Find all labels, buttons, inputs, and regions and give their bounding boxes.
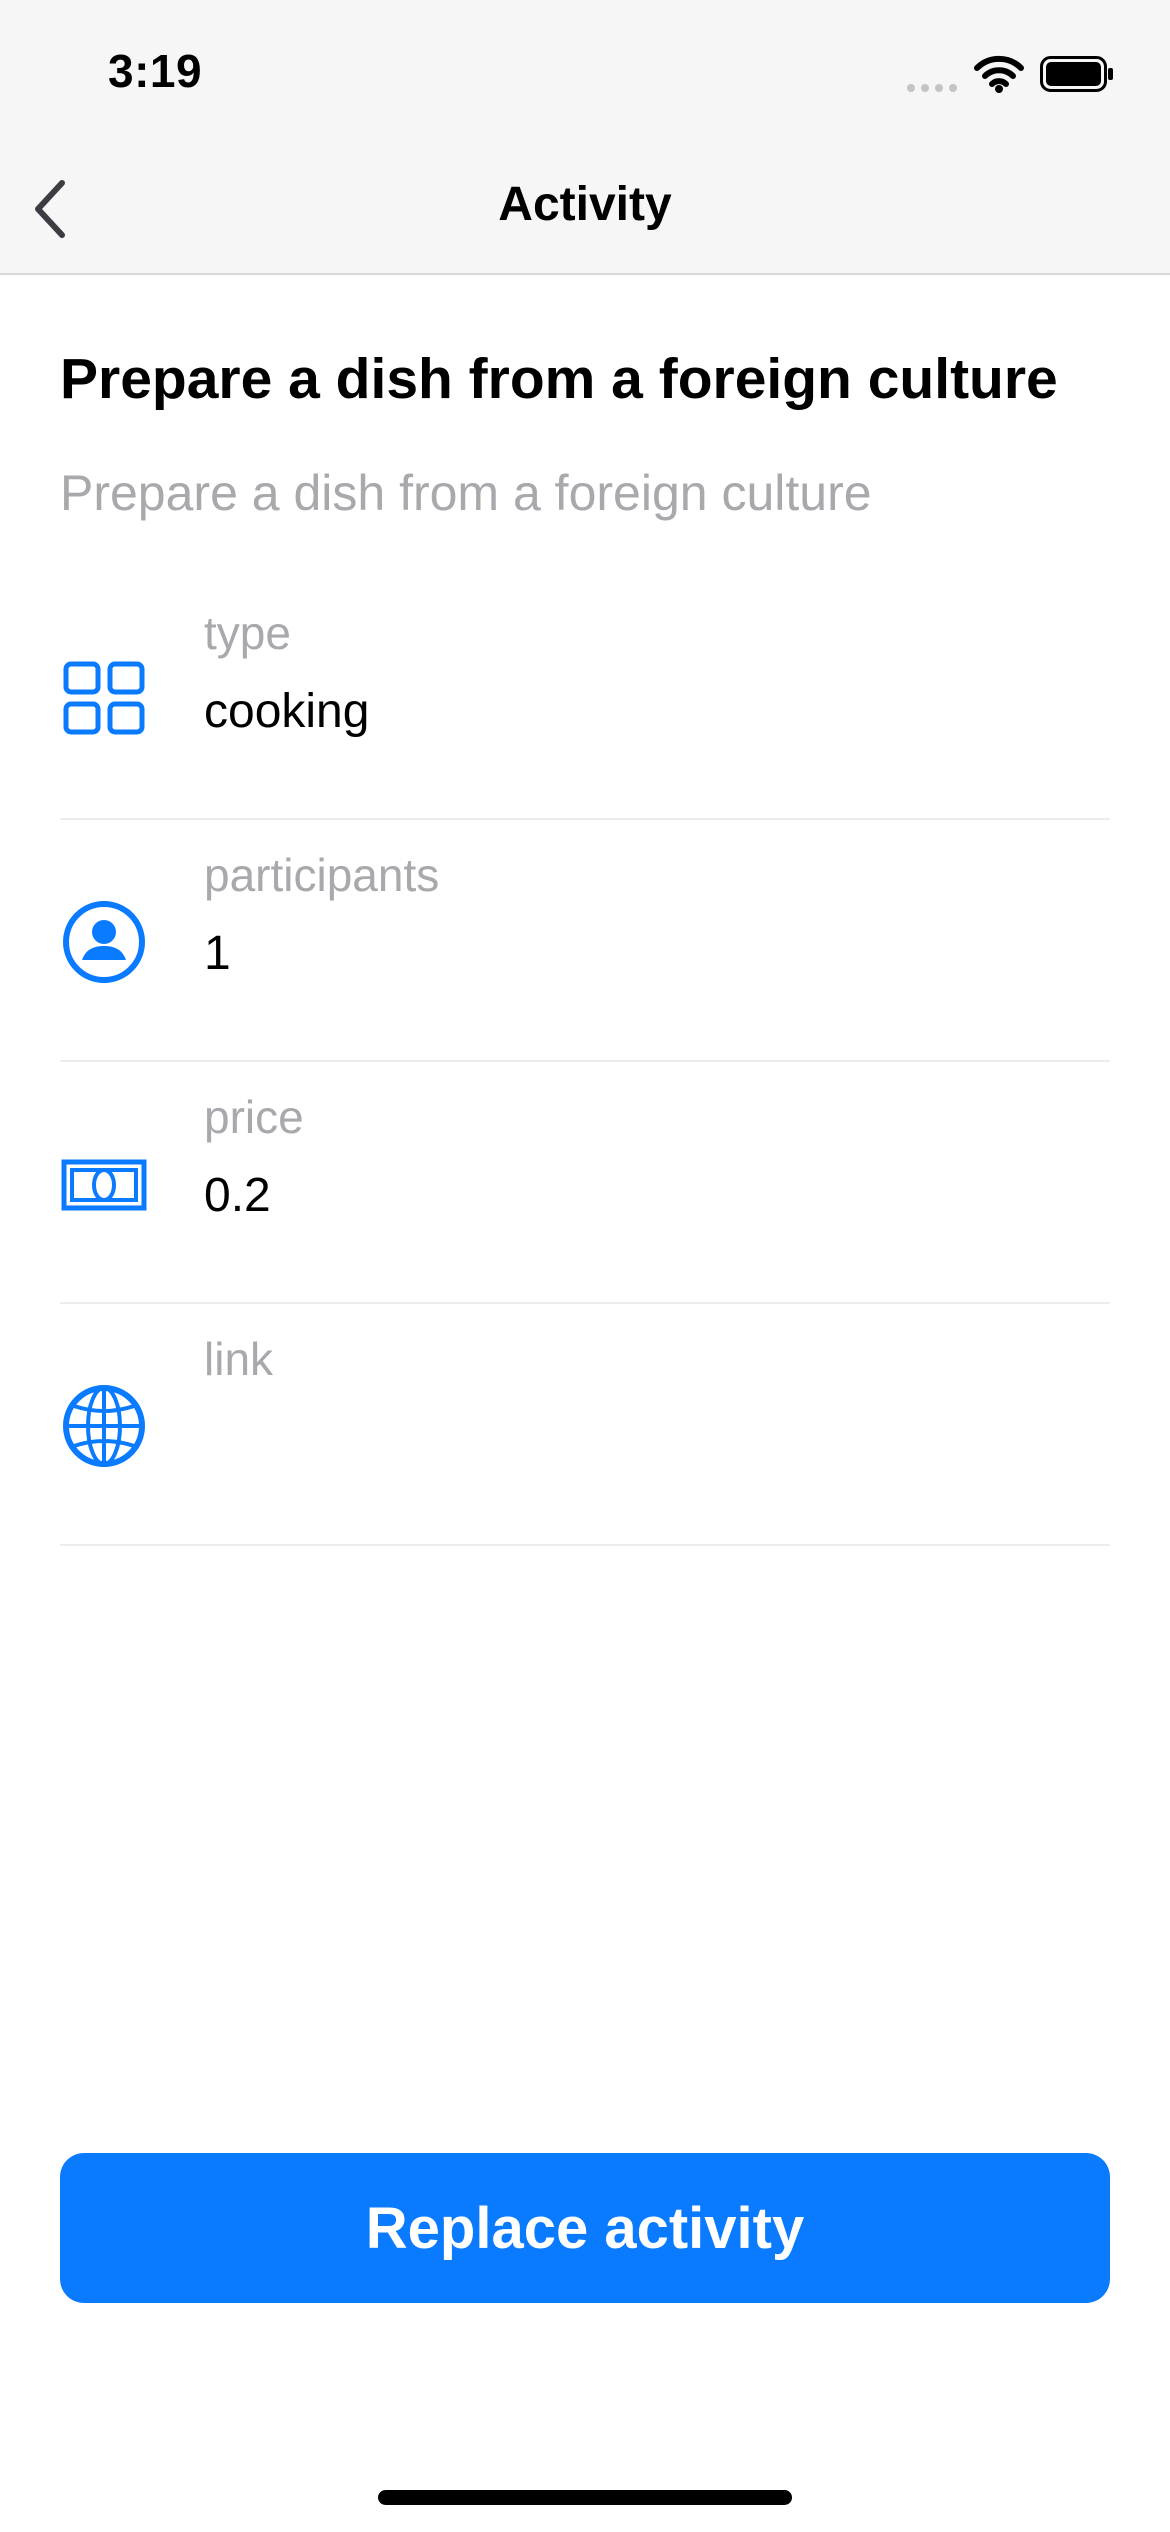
replace-activity-button[interactable]: Replace activity [60, 2153, 1110, 2303]
wifi-icon [974, 55, 1024, 98]
price-label: price [204, 1091, 304, 1143]
type-label: type [204, 607, 291, 659]
nav-title: Activity [498, 178, 672, 231]
detail-row-link: link [60, 1302, 1110, 1546]
activity-title: Prepare a dish from a foreign culture [60, 347, 1058, 411]
globe-icon [63, 1385, 145, 1467]
person-circle-icon [63, 901, 145, 983]
detail-row-type: type cooking [60, 576, 1110, 820]
home-indicator[interactable] [378, 2490, 792, 2505]
detail-row-participants: participants 1 [60, 818, 1110, 1062]
banknote-icon [61, 1159, 147, 1211]
grid-icon [63, 661, 145, 735]
price-value: 0.2 [204, 1169, 271, 1222]
status-bar: 3:19 [0, 0, 1170, 145]
navigation-bar: Activity [0, 145, 1170, 275]
battery-icon [1040, 56, 1114, 97]
link-label: link [204, 1333, 274, 1385]
activity-subtitle: Prepare a dish from a foreign culture [60, 465, 872, 521]
participants-value: 1 [204, 927, 231, 980]
status-time: 3:19 [108, 45, 203, 97]
cellular-signal-icon [906, 80, 960, 98]
detail-row-price: price 0.2 [60, 1060, 1110, 1304]
participants-label: participants [204, 849, 440, 901]
type-value: cooking [204, 685, 370, 738]
